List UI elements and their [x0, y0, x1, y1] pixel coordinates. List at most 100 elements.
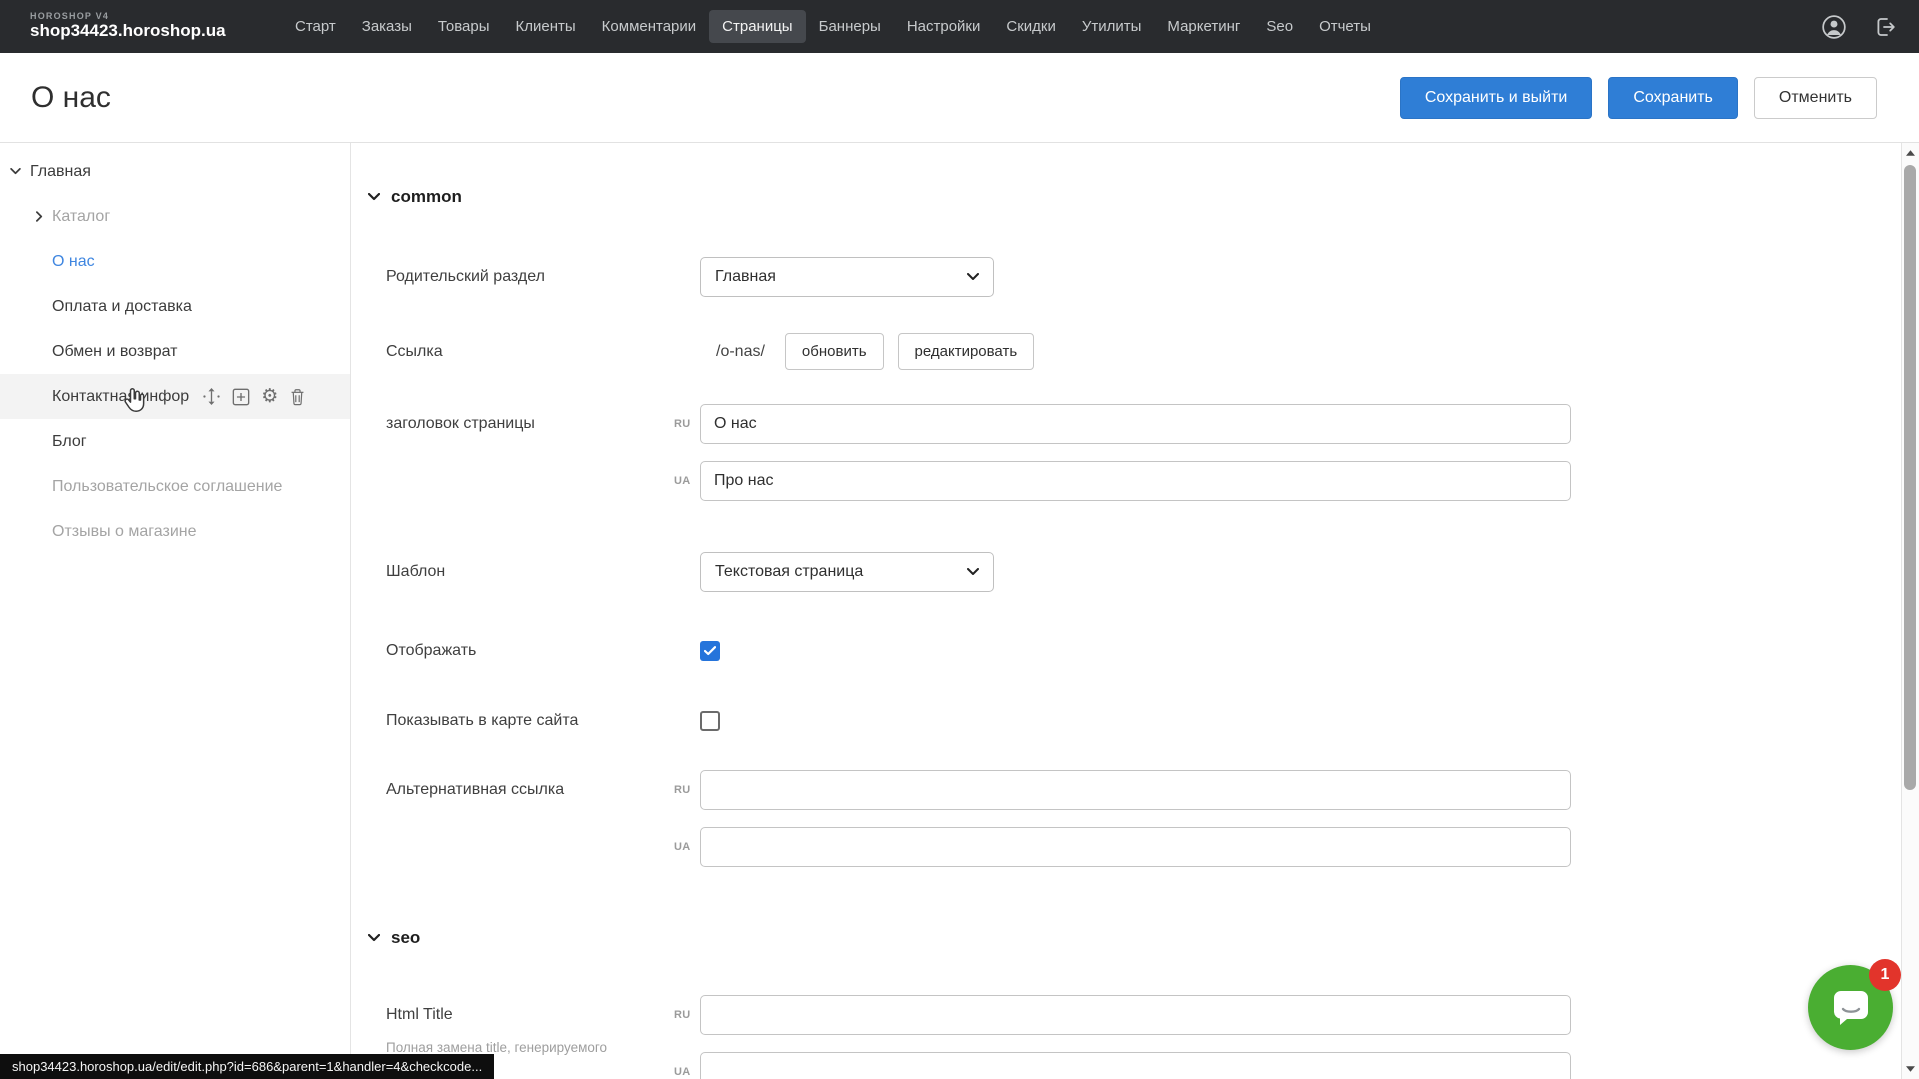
section-common-label: common — [391, 187, 462, 207]
chevron-down-icon — [967, 273, 979, 281]
main-nav: Старт Заказы Товары Клиенты Комментарии … — [282, 10, 1384, 43]
section-common[interactable]: common — [368, 185, 462, 209]
trash-icon[interactable] — [289, 388, 306, 406]
form-row-template: Шаблон Текстовая страница — [386, 552, 1861, 592]
section-seo[interactable]: seo — [368, 926, 420, 950]
alt-link-ua-input[interactable] — [700, 827, 1571, 867]
sidebar-item-contact-info[interactable]: Контактная инфор ⚙ — [0, 374, 350, 419]
link-edit-button[interactable]: редактировать — [898, 333, 1035, 370]
scroll-up-icon[interactable] — [1902, 150, 1919, 156]
sidebar-item-payment-delivery[interactable]: Оплата и доставка — [0, 284, 350, 329]
chat-bubble-icon — [1828, 985, 1874, 1031]
chat-widget-button[interactable]: 1 — [1808, 965, 1893, 1050]
lang-ru-badge: RU — [674, 418, 691, 430]
nav-item-reports[interactable]: Отчеты — [1306, 10, 1384, 43]
parent-section-select[interactable]: Главная — [700, 257, 994, 297]
sidebar-item-user-agreement[interactable]: Пользовательское соглашение — [0, 464, 350, 509]
chevron-right-icon[interactable] — [36, 211, 43, 222]
link-refresh-button[interactable]: обновить — [785, 333, 884, 370]
sitemap-checkbox[interactable] — [700, 711, 720, 731]
nav-item-orders[interactable]: Заказы — [349, 10, 425, 43]
template-select[interactable]: Текстовая страница — [700, 552, 994, 592]
nav-item-products[interactable]: Товары — [425, 10, 503, 43]
sidebar-item-catalog[interactable]: Каталог — [0, 194, 350, 239]
nav-item-pages[interactable]: Страницы — [709, 10, 805, 43]
save-and-exit-button[interactable]: Сохранить и выйти — [1400, 77, 1593, 119]
sidebar-item-store-reviews[interactable]: Отзывы о магазине — [0, 509, 350, 554]
alt-link-ru-input[interactable] — [700, 770, 1571, 810]
sidebar-item-label: Каталог — [52, 208, 110, 226]
sidebar-item-label: Оплата и доставка — [52, 298, 192, 316]
chevron-down-icon — [967, 568, 979, 576]
html-title-ua-input[interactable] — [700, 1052, 1571, 1079]
gear-icon[interactable]: ⚙ — [261, 387, 278, 406]
chevron-down-icon[interactable] — [10, 168, 21, 175]
lang-ua-badge: UA — [674, 475, 691, 487]
form-row-parent-section: Родительский раздел Главная — [386, 257, 1861, 297]
form-row-html-title: Html Title Полная замена title, генериру… — [386, 995, 1861, 1079]
html-title-ru-input[interactable] — [700, 995, 1571, 1035]
page-title-ua-input[interactable] — [700, 461, 1571, 501]
template-value: Текстовая страница — [715, 563, 967, 581]
sidebar-item-label: Блог — [52, 433, 87, 451]
scrollbar[interactable] — [1901, 143, 1919, 1079]
page-title: О нас — [31, 81, 111, 115]
lang-ru-badge: RU — [674, 1009, 691, 1021]
link-label: Ссылка — [386, 333, 700, 370]
nav-item-comments[interactable]: Комментарии — [589, 10, 709, 43]
chevron-down-icon — [368, 934, 380, 942]
save-button[interactable]: Сохранить — [1608, 77, 1738, 119]
nav-item-clients[interactable]: Клиенты — [503, 10, 589, 43]
logout-icon[interactable] — [1873, 15, 1897, 39]
add-page-icon[interactable] — [232, 388, 250, 406]
nav-item-start[interactable]: Старт — [282, 10, 349, 43]
logo-domain: shop34423.horoshop.ua — [30, 22, 226, 41]
shop-logo: HOROSHOP V4 shop34423.horoshop.ua — [30, 12, 226, 41]
page-title-ru-input[interactable] — [700, 404, 1571, 444]
page-header: О нас Сохранить и выйти Сохранить Отмени… — [0, 53, 1919, 143]
nav-item-banners[interactable]: Баннеры — [806, 10, 894, 43]
chevron-down-icon — [368, 193, 380, 201]
nav-item-seo[interactable]: Seo — [1253, 10, 1306, 43]
sidebar-item-about[interactable]: О нас — [0, 239, 350, 284]
page-edit-form: common Родительский раздел Главная Ссылк… — [352, 143, 1901, 1079]
form-row-page-title: заголовок страницы RU UA — [386, 404, 1861, 518]
sidebar-item-exchange-return[interactable]: Обмен и возврат — [0, 329, 350, 374]
scroll-down-icon[interactable] — [1902, 1066, 1919, 1072]
page-title-label: заголовок страницы — [386, 404, 700, 518]
browser-status-bar: shop34423.horoshop.ua/edit/edit.php?id=6… — [0, 1054, 494, 1079]
cancel-button[interactable]: Отменить — [1754, 77, 1877, 119]
form-row-link: Ссылка /o-nas/ обновить редактировать — [386, 333, 1861, 370]
chat-badge: 1 — [1869, 959, 1901, 991]
section-seo-label: seo — [391, 928, 420, 948]
display-label: Отображать — [386, 641, 700, 661]
nav-item-discounts[interactable]: Скидки — [993, 10, 1068, 43]
alt-link-label: Альтернативная ссылка — [386, 770, 700, 884]
link-path: /o-nas/ — [716, 343, 765, 361]
sidebar-item-label: Обмен и возврат — [52, 343, 177, 361]
move-icon[interactable] — [202, 387, 221, 406]
lang-ru-badge: RU — [674, 784, 691, 796]
sidebar-item-label: Главная — [30, 163, 91, 181]
form-row-alt-link: Альтернативная ссылка RU UA — [386, 770, 1861, 884]
nav-item-utilities[interactable]: Утилиты — [1069, 10, 1155, 43]
account-icon[interactable] — [1821, 14, 1847, 40]
sidebar-item-label: Отзывы о магазине — [52, 523, 197, 541]
pages-tree-sidebar: Главная Каталог О нас Оплата и доставка … — [0, 143, 351, 1079]
form-row-display: Отображать — [386, 641, 1861, 661]
form-row-sitemap: Показывать в карте сайта — [386, 711, 1861, 731]
parent-section-value: Главная — [715, 268, 967, 286]
sidebar-item-home[interactable]: Главная — [0, 149, 350, 194]
lang-ua-badge: UA — [674, 841, 691, 853]
sidebar-item-label: Контактная инфор — [52, 388, 189, 406]
topbar: HOROSHOP V4 shop34423.horoshop.ua Старт … — [0, 0, 1919, 53]
nav-item-marketing[interactable]: Маркетинг — [1154, 10, 1253, 43]
parent-section-label: Родительский раздел — [386, 257, 700, 297]
sidebar-item-blog[interactable]: Блог — [0, 419, 350, 464]
scrollbar-thumb[interactable] — [1904, 165, 1916, 790]
display-checkbox[interactable] — [700, 641, 720, 661]
sidebar-item-label: О нас — [52, 253, 95, 271]
checkmark-icon — [704, 646, 716, 656]
lang-ua-badge: UA — [674, 1066, 691, 1078]
nav-item-settings[interactable]: Настройки — [894, 10, 994, 43]
